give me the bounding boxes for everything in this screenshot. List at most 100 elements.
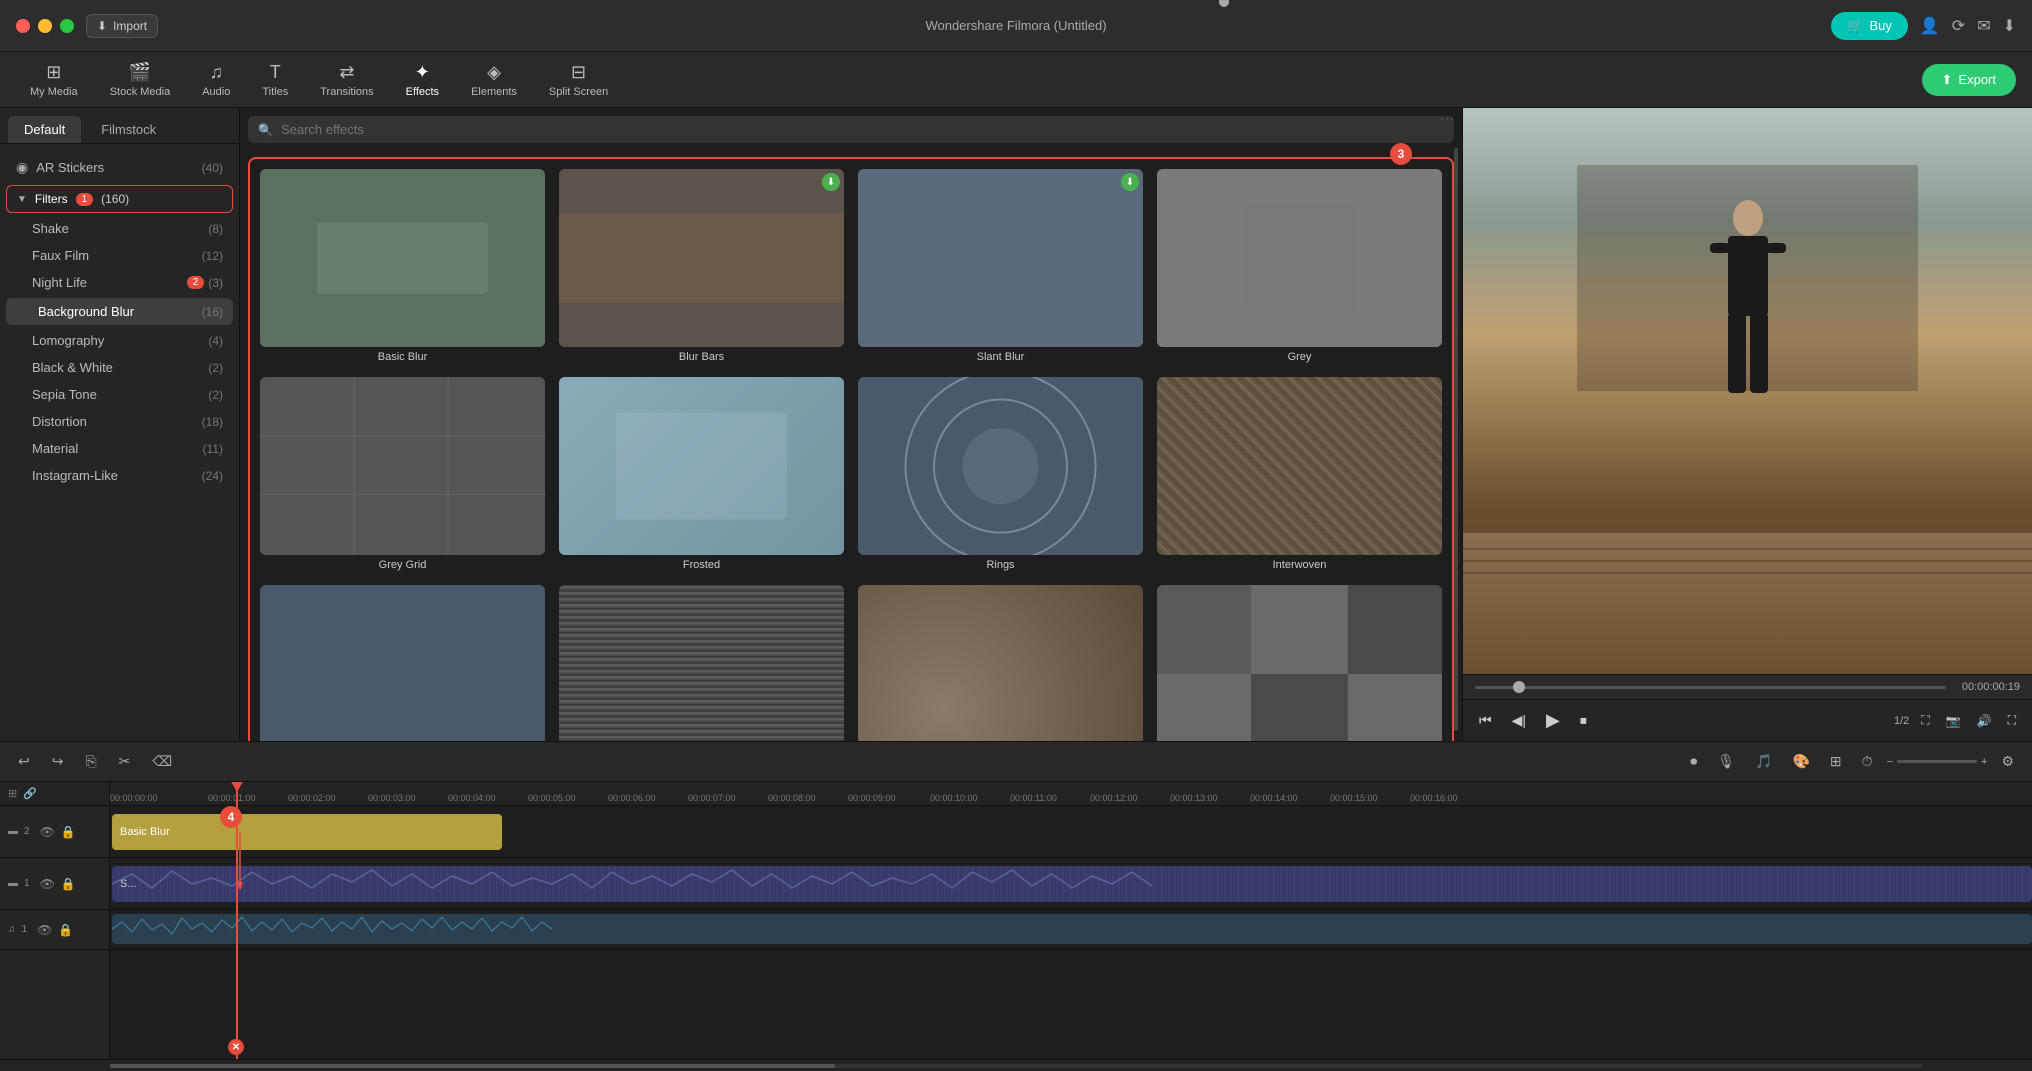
skip-back-button[interactable]: ⏮	[1475, 708, 1496, 733]
video-block[interactable]: S...	[112, 866, 2032, 902]
effect-label-blur-bars: Blur Bars	[679, 351, 724, 363]
sidebar-item-shake[interactable]: Shake (8)	[0, 215, 239, 242]
sidebar-item-background-blur[interactable]: Background Blur (16)	[6, 298, 233, 325]
settings-icon[interactable]: ⚙	[1995, 749, 2020, 774]
stabilize-button[interactable]: ⊞	[1824, 749, 1848, 774]
toolbar-my-media[interactable]: ⊞ My Media	[16, 58, 92, 102]
audio-block[interactable]	[112, 914, 2032, 944]
preview-progress-slider[interactable]	[1475, 686, 1946, 689]
record-button[interactable]: ⏺	[1684, 749, 1703, 774]
sidebar-item-sepia-tone[interactable]: Sepia Tone (2)	[0, 381, 239, 408]
undo-button[interactable]: ↩	[12, 749, 36, 774]
stop-button[interactable]: ⏹	[1576, 708, 1591, 733]
user-icon[interactable]: 👤	[1920, 16, 1940, 36]
sidebar-item-distortion[interactable]: Distortion (18)	[0, 408, 239, 435]
filters-count: (160)	[101, 192, 129, 206]
track-2-video-icon: ▬	[8, 826, 18, 837]
grid-view-icon[interactable]: ⋯	[1440, 110, 1454, 127]
import-button[interactable]: ⬇ Import	[86, 14, 158, 38]
horizontal-scrollbar-track[interactable]	[110, 1064, 1922, 1068]
track-1-lock-icon[interactable]: 🔒	[61, 877, 76, 891]
cut-button[interactable]: ✂	[113, 749, 137, 774]
buy-button[interactable]: 🛒 Buy	[1831, 12, 1908, 40]
close-button[interactable]	[16, 19, 30, 33]
tab-default[interactable]: Default	[8, 116, 81, 143]
transitions-icon: ⇄	[339, 62, 354, 83]
sidebar-item-material[interactable]: Material (11)	[0, 435, 239, 462]
shake-count: (8)	[208, 222, 223, 236]
effect-mosaic-2[interactable]: Mosaic 2	[1153, 581, 1446, 741]
effect-grey-grid[interactable]: Grey Grid	[256, 373, 549, 575]
maximize-button[interactable]	[60, 19, 74, 33]
mail-icon[interactable]: ✉	[1977, 16, 1990, 36]
scroll-indicator[interactable]	[1454, 148, 1458, 731]
effect-blur-bars[interactable]: ⬇ Blur Bars	[555, 165, 848, 367]
effect-frosted[interactable]: Frosted	[555, 373, 848, 575]
toolbar-audio[interactable]: ♫ Audio	[188, 58, 244, 102]
audio-preview-icon[interactable]: 🔊	[1973, 710, 1996, 732]
effects-label: Effects	[406, 86, 439, 98]
track-1-eye-icon[interactable]: 👁	[40, 877, 55, 891]
copy-button[interactable]: ⎘	[79, 749, 102, 774]
tab-filmstock[interactable]: Filmstock	[85, 116, 172, 143]
toolbar-titles[interactable]: T Titles	[248, 58, 302, 102]
fullscreen-icon[interactable]: ⛶	[2004, 709, 2020, 732]
effect-slant-blur[interactable]: ⬇ Slant Blur	[854, 165, 1147, 367]
preview-time: 00:00:00:19	[1962, 681, 2020, 693]
toolbar-effects[interactable]: ✦ Effects	[392, 58, 453, 102]
play-button[interactable]: ▶	[1542, 706, 1564, 735]
stock-media-label: Stock Media	[110, 86, 171, 98]
dock-floor	[1463, 533, 2032, 675]
fit-icon[interactable]: ⛶	[1917, 709, 1933, 732]
download-badge-blur-bars: ⬇	[822, 173, 840, 191]
minimize-button[interactable]	[38, 19, 52, 33]
toolbar-transitions[interactable]: ⇄ Transitions	[306, 58, 387, 102]
distortion-label: Distortion	[32, 414, 202, 429]
effect-block-basic-blur[interactable]: Basic Blur	[112, 814, 502, 850]
sidebar-item-filters[interactable]: ▼ Filters 1 (160)	[6, 185, 233, 213]
sidebar-item-night-life[interactable]: Night Life 2 (3)	[0, 269, 239, 296]
export-button[interactable]: ⬆ Export	[1922, 64, 2016, 96]
effect-static[interactable]: Static	[555, 581, 848, 741]
effect-interwoven[interactable]: Interwoven	[1153, 373, 1446, 575]
delete-button[interactable]: ⌫	[146, 749, 178, 774]
track-label-2: ▬ 2 👁 🔒	[0, 806, 109, 858]
sidebar-item-ar-stickers[interactable]: ◉ AR Stickers (40)	[0, 152, 239, 183]
voiceover-button[interactable]: 🎙	[1711, 749, 1741, 774]
playhead-top-marker	[230, 782, 244, 792]
step-back-button[interactable]: ◀|	[1508, 708, 1530, 733]
effect-disc-1[interactable]: Disc 1	[854, 581, 1147, 741]
detach-audio-button[interactable]: 🎵	[1749, 749, 1778, 774]
sidebar-item-black-white[interactable]: Black & White (2)	[0, 354, 239, 381]
effect-diamonds[interactable]: Diamonds	[256, 581, 549, 741]
sidebar-item-faux-film[interactable]: Faux Film (12)	[0, 242, 239, 269]
track-2-lock-icon[interactable]: 🔒	[61, 825, 76, 839]
ruler-mark-16: 00:00:16:00	[1410, 793, 1458, 803]
sidebar-item-lomography[interactable]: Lomography (4)	[0, 327, 239, 354]
track-2-eye-icon[interactable]: 👁	[40, 825, 55, 839]
download-icon[interactable]: ⬇	[2003, 16, 2016, 36]
sync-icon[interactable]: ⟳	[1952, 16, 1965, 36]
effect-basic-blur[interactable]: Basic Blur	[256, 165, 549, 367]
toolbar-stock-media[interactable]: 🎬 Stock Media	[96, 58, 185, 102]
effect-rings[interactable]: Rings	[854, 373, 1147, 575]
toolbar-elements[interactable]: ◈ Elements	[457, 58, 531, 102]
effects-search-input[interactable]	[281, 122, 1444, 137]
sidebar-item-instagram-like[interactable]: Instagram-Like (24)	[0, 462, 239, 489]
speed-button[interactable]: ⏱	[1856, 749, 1879, 774]
color-button[interactable]: 🎨	[1786, 749, 1815, 774]
audio-lock-icon[interactable]: 🔒	[58, 923, 73, 937]
redo-button[interactable]: ↪	[46, 749, 70, 774]
zoom-out-icon[interactable]: −	[1887, 756, 1893, 768]
filters-chevron-icon: ▼	[17, 194, 27, 205]
effect-grey[interactable]: Grey	[1153, 165, 1446, 367]
snapshot-icon[interactable]: 📷	[1942, 710, 1965, 732]
zoom-in-icon[interactable]: +	[1981, 756, 1987, 768]
toolbar-split-screen[interactable]: ⊟ Split Screen	[535, 58, 622, 102]
zoom-slider[interactable]	[1897, 760, 1977, 763]
annotation-4: 4	[220, 806, 242, 828]
horizontal-scrollbar-thumb[interactable]	[110, 1064, 835, 1068]
preview-slider-thumb	[1513, 681, 1525, 693]
audio-eye-icon[interactable]: 👁	[37, 923, 52, 937]
track-2-number: 2	[24, 826, 30, 837]
